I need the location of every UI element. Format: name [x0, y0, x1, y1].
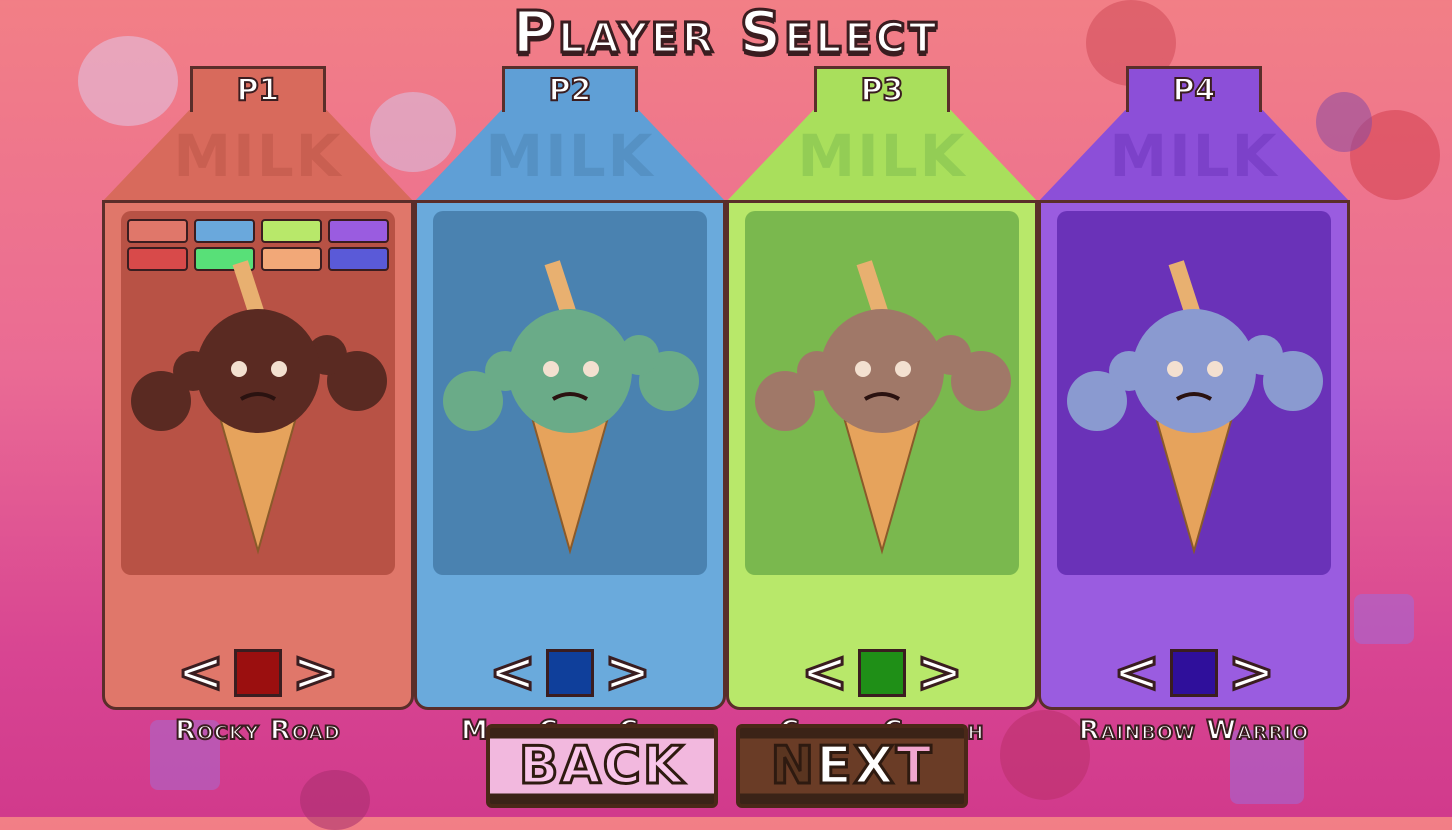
next-color-arrow-icon[interactable]: > [603, 643, 653, 702]
next-letter: X [852, 735, 896, 798]
selected-color-swatch [234, 649, 282, 697]
character-name: Rocky Road [174, 714, 341, 747]
ice-cream-character-icon [443, 260, 699, 555]
selected-color-swatch [546, 649, 594, 697]
milk-label: MILK [797, 122, 967, 190]
palette-swatch[interactable] [194, 219, 255, 243]
palette-swatch[interactable] [328, 219, 389, 243]
character-name: Rainbow Warrio [1078, 714, 1310, 747]
page-title: Player Select [511, 0, 940, 68]
selected-color-swatch [1170, 649, 1218, 697]
next-letter: N [769, 735, 817, 798]
character-panel [433, 211, 707, 575]
milk-label: MILK [1109, 122, 1279, 190]
back-button[interactable]: BACK [486, 724, 718, 808]
player-card-p2: MILK P2 < > [414, 66, 726, 747]
player-card-p1: MILK P1 < > Rocky Road [102, 66, 414, 747]
next-color-arrow-icon[interactable]: > [1227, 643, 1277, 702]
player-tab: P2 [502, 66, 638, 112]
carton-body: < > Rainbow Warrio [1038, 200, 1350, 747]
player-tab: P1 [190, 66, 326, 112]
prev-color-arrow-icon[interactable]: < [1112, 643, 1162, 702]
player-card-p3: MILK P3 < > [726, 66, 1038, 747]
player-tab: P4 [1126, 66, 1262, 112]
character-panel [1057, 211, 1331, 575]
milk-label: MILK [485, 122, 655, 190]
player-card-p4: MILK P4 < > Rainbow Warrio [1038, 66, 1350, 747]
prev-color-arrow-icon[interactable]: < [800, 643, 850, 702]
color-selector: < > [729, 643, 1035, 702]
palette-swatch[interactable] [261, 219, 322, 243]
selected-color-swatch [858, 649, 906, 697]
character-panel [121, 211, 395, 575]
prev-color-arrow-icon[interactable]: < [488, 643, 538, 702]
color-selector: < > [417, 643, 723, 702]
color-selector: < > [1041, 643, 1347, 702]
player-tab: P3 [814, 66, 950, 112]
bg-cherry-icon [300, 770, 370, 830]
milk-label: MILK [173, 122, 343, 190]
next-letter: E [815, 735, 854, 798]
ice-cream-character-icon [131, 260, 387, 555]
character-panel [745, 211, 1019, 575]
carton-body: < > Rocky Road [102, 200, 414, 747]
bg-cake-icon [1354, 594, 1414, 644]
next-color-arrow-icon[interactable]: > [291, 643, 341, 702]
next-color-arrow-icon[interactable]: > [915, 643, 965, 702]
color-selector: < > [105, 643, 411, 702]
carton-body: < > Cookie Crunch [726, 200, 1038, 747]
ice-cream-character-icon [755, 260, 1011, 555]
next-button[interactable]: NEXT [736, 724, 968, 808]
carton-body: < > Mint Chop Chip [414, 200, 726, 747]
prev-color-arrow-icon[interactable]: < [176, 643, 226, 702]
palette-swatch[interactable] [127, 219, 188, 243]
next-letter: T [894, 735, 934, 798]
ice-cream-character-icon [1067, 260, 1323, 555]
